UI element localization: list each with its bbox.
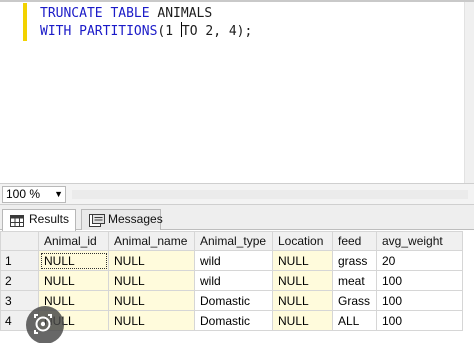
table-row: 4 NULL NULL Domastic NULL ALL 100 bbox=[0, 310, 463, 331]
table-row: 3 NULL NULL Domastic NULL Grass 100 bbox=[0, 290, 463, 311]
column-header[interactable]: Animal_type bbox=[194, 231, 273, 251]
grid-cell[interactable]: NULL bbox=[108, 250, 195, 271]
grid-cell[interactable]: Domastic bbox=[194, 290, 273, 311]
grid-cell[interactable]: NULL bbox=[108, 310, 195, 331]
column-header[interactable]: avg_weight bbox=[376, 231, 463, 251]
header-row: Animal_id Animal_name Animal_type Locati… bbox=[0, 231, 463, 251]
code-line-1[interactable]: TRUNCATE TABLE ANIMALS bbox=[40, 4, 212, 24]
column-header[interactable]: Animal_id bbox=[38, 231, 109, 251]
tab-messages-label: Messages bbox=[108, 212, 163, 226]
grid-cell[interactable]: Grass bbox=[332, 290, 377, 311]
zoom-select[interactable]: 100 % ▼ bbox=[2, 186, 66, 203]
grid-cell[interactable]: meat bbox=[332, 270, 377, 291]
corner-cell[interactable] bbox=[0, 231, 39, 251]
grid-cell[interactable]: NULL bbox=[272, 310, 333, 331]
tab-results[interactable]: Results bbox=[2, 209, 76, 231]
results-tabstrip: Results Messages bbox=[0, 205, 474, 231]
keyword-truncate-table: TRUNCATE TABLE bbox=[40, 6, 150, 21]
grid-cell[interactable]: wild bbox=[194, 270, 273, 291]
grid-cell[interactable]: NULL bbox=[108, 270, 195, 291]
grid-cell[interactable]: NULL bbox=[38, 270, 109, 291]
results-table: Animal_id Animal_name Animal_type Locati… bbox=[0, 231, 463, 331]
grid-cell[interactable]: 20 bbox=[376, 250, 463, 271]
grid-cell[interactable]: NULL bbox=[272, 290, 333, 311]
grid-cell[interactable]: 100 bbox=[376, 270, 463, 291]
table-name: ANIMALS bbox=[149, 6, 213, 21]
zoom-value: 100 % bbox=[6, 187, 41, 201]
keyword-with-partitions: WITH PARTITIONS bbox=[40, 24, 158, 39]
zoom-bar: 100 % ▼ bbox=[0, 183, 474, 205]
column-header[interactable]: Animal_name bbox=[108, 231, 195, 251]
tab-messages[interactable]: Messages bbox=[81, 209, 163, 230]
grid-cell[interactable]: Domastic bbox=[194, 310, 273, 331]
grid-cell[interactable]: NULL bbox=[272, 250, 333, 271]
dropdown-arrow-icon: ▼ bbox=[54, 189, 63, 199]
grid-cell[interactable]: NULL bbox=[108, 290, 195, 311]
partition-args-end: TO 2, 4); bbox=[181, 24, 253, 39]
grid-cell[interactable]: 100 bbox=[376, 290, 463, 311]
grid-cell[interactable]: 100 bbox=[376, 310, 463, 331]
column-header[interactable]: Location bbox=[272, 231, 333, 251]
editor-vertical-scrollbar[interactable] bbox=[464, 2, 474, 183]
lens-icon[interactable] bbox=[26, 306, 64, 343]
column-header[interactable]: feed bbox=[332, 231, 377, 251]
row-number[interactable]: 1 bbox=[0, 250, 39, 271]
row-number[interactable]: 2 bbox=[0, 270, 39, 291]
tab-results-label: Results bbox=[29, 212, 70, 226]
grid-cell[interactable]: NULL bbox=[272, 270, 333, 291]
editor-top-border bbox=[0, 0, 474, 2]
table-row: 1 NULL NULL wild NULL grass 20 bbox=[0, 250, 463, 271]
grid-cell[interactable]: wild bbox=[194, 250, 273, 271]
code-line-2[interactable]: WITH PARTITIONS(1 TO 2, 4); bbox=[40, 22, 252, 42]
grid-cell[interactable]: grass bbox=[332, 250, 377, 271]
grid-cell[interactable]: ALL bbox=[332, 310, 377, 331]
editor-horizontal-scrollbar[interactable] bbox=[72, 190, 468, 199]
query-editor[interactable]: TRUNCATE TABLE ANIMALS WITH PARTITIONS(1… bbox=[0, 0, 474, 183]
partition-args-start: (1 bbox=[157, 24, 181, 39]
results-grid[interactable]: Animal_id Animal_name Animal_type Locati… bbox=[0, 231, 474, 343]
change-marker bbox=[23, 3, 27, 41]
table-row: 2 NULL NULL wild NULL meat 100 bbox=[0, 270, 463, 291]
grid-cell[interactable]: NULL bbox=[38, 250, 109, 271]
